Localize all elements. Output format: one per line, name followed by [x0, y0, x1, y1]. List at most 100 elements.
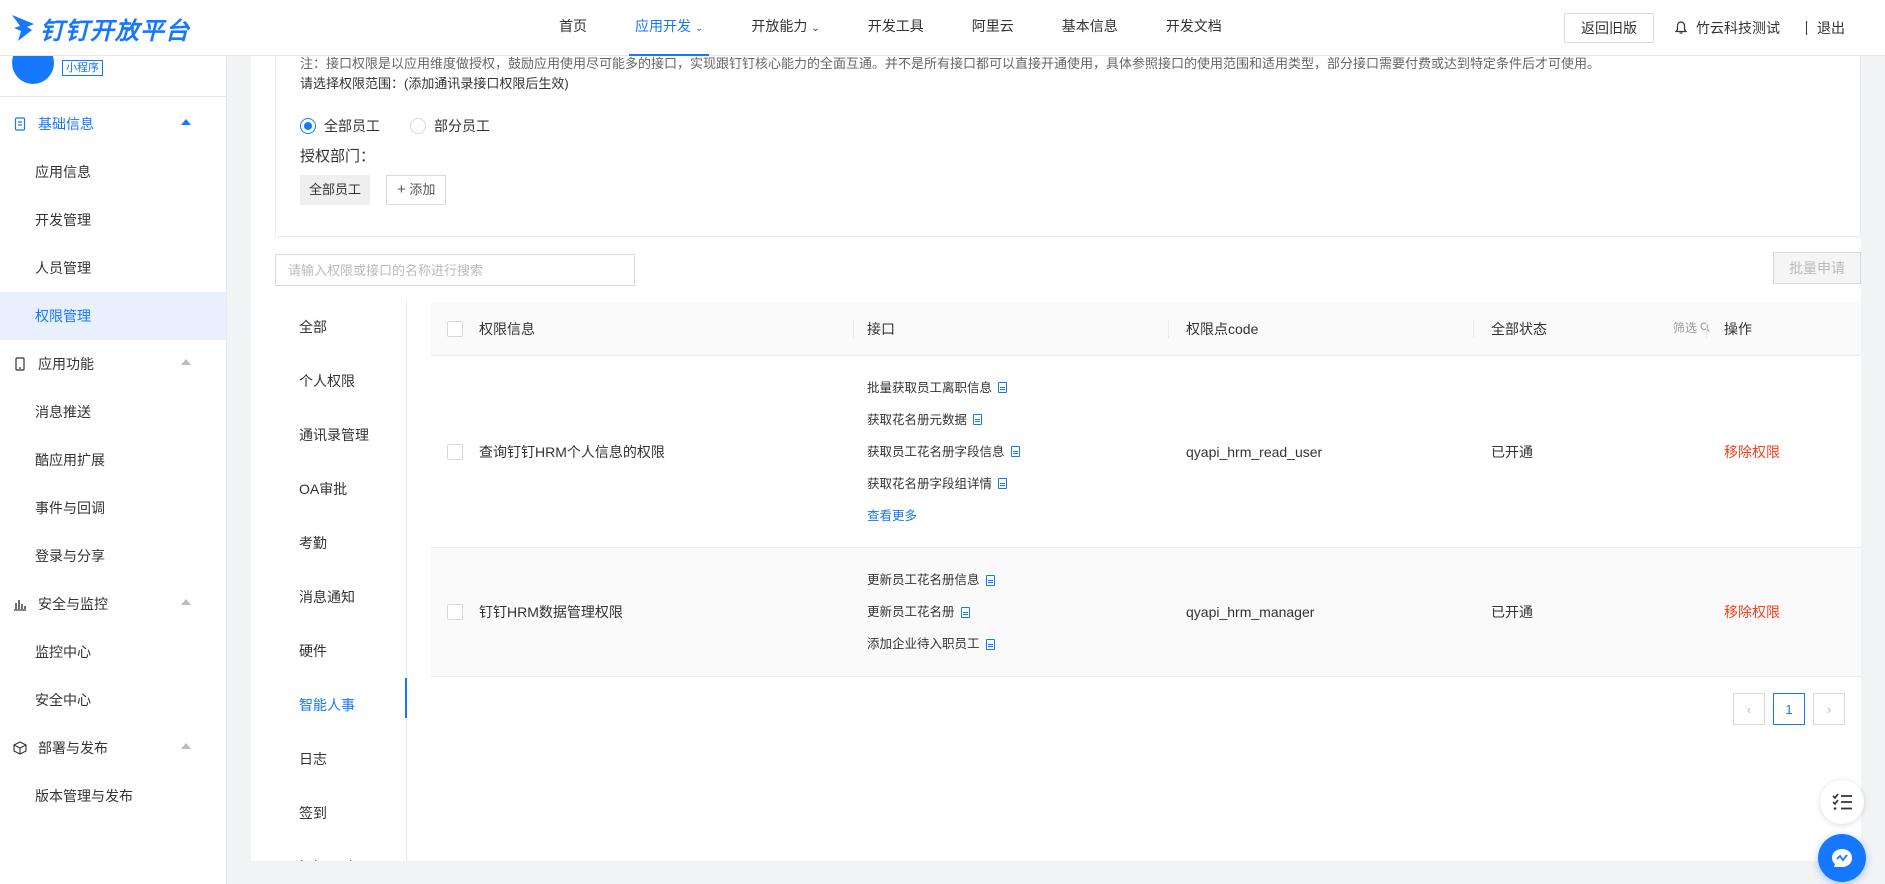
- sidebar-group-app-features[interactable]: 应用功能: [0, 340, 226, 388]
- view-more-link[interactable]: 查看更多: [867, 500, 1186, 532]
- divider: [1806, 21, 1807, 35]
- status-text: 已开通: [1491, 443, 1533, 460]
- bell-icon: [1674, 21, 1688, 34]
- authorized-dept-label: 授权部门：: [300, 148, 376, 165]
- chevron-right-icon: ›: [1826, 701, 1832, 717]
- radio-partial-employees[interactable]: 部分员工: [410, 116, 490, 136]
- select-all-checkbox[interactable]: [447, 320, 463, 337]
- sidebar-item-monitor-center[interactable]: 监控中心: [0, 628, 226, 676]
- doc-link-icon[interactable]: [998, 478, 1008, 489]
- permission-name: 查询钉钉HRM个人信息的权限: [479, 443, 665, 460]
- category-checkin[interactable]: 签到: [251, 786, 406, 840]
- nav-dev-tools[interactable]: 开发工具: [844, 0, 948, 56]
- api-item[interactable]: 获取员工花名册字段信息: [867, 436, 1186, 468]
- permission-category-list: 全部 个人权限 通讯录管理 OA审批 考勤 消息通知 硬件 智能人事 日志 签到…: [251, 300, 407, 861]
- row-checkbox[interactable]: [447, 604, 463, 620]
- category-oa-approval[interactable]: OA审批: [251, 462, 406, 516]
- sidebar: 小程序 基础信息 应用信息 开发管理 人员管理 权限管理 应用功能 消息推送 酷…: [0, 56, 227, 884]
- cube-icon: [12, 740, 28, 756]
- radio-all-employees[interactable]: 全部员工: [300, 116, 380, 136]
- top-right: 返回旧版 竹云科技测试 退出: [1564, 0, 1885, 56]
- batch-apply-button[interactable]: 批量申请: [1773, 252, 1861, 284]
- doc-icon: [12, 116, 28, 132]
- header-code: 权限点code: [1186, 320, 1259, 337]
- prev-page-button[interactable]: ‹: [1733, 693, 1765, 725]
- api-item[interactable]: 添加企业待入职员工: [867, 628, 1186, 660]
- sidebar-item-version-release[interactable]: 版本管理与发布: [0, 772, 226, 820]
- chevron-down-icon: ⌄: [811, 23, 820, 34]
- header-status[interactable]: 全部状态 筛选: [1491, 319, 1724, 339]
- category-hardware[interactable]: 硬件: [251, 624, 406, 678]
- caret-up-icon: [181, 359, 191, 365]
- sidebar-item-permission-manage[interactable]: 权限管理: [0, 292, 226, 340]
- nav-home[interactable]: 首页: [535, 0, 611, 56]
- api-item[interactable]: 更新员工花名册信息: [867, 564, 1186, 596]
- dept-tag: 全部员工: [300, 175, 371, 205]
- remove-permission-link[interactable]: 移除权限: [1724, 444, 1780, 460]
- plus-icon: +: [397, 181, 406, 198]
- divider: [1706, 320, 1707, 338]
- top-bar: 钉钉开放平台 首页 应用开发 ⌄ 开放能力 ⌄ 开发工具 阿里云 基本信息 开发文档…: [0, 0, 1885, 56]
- sidebar-item-people-manage[interactable]: 人员管理: [0, 244, 226, 292]
- org-switcher[interactable]: 竹云科技测试: [1674, 18, 1792, 38]
- category-contacts[interactable]: 通讯录管理: [251, 408, 406, 462]
- sidebar-item-events-callback[interactable]: 事件与回调: [0, 484, 226, 532]
- sidebar-item-login-share[interactable]: 登录与分享: [0, 532, 226, 580]
- category-notification[interactable]: 消息通知: [251, 570, 406, 624]
- api-item[interactable]: 获取花名册元数据: [867, 404, 1186, 436]
- return-old-version-button[interactable]: 返回旧版: [1564, 13, 1654, 43]
- remove-permission-link[interactable]: 移除权限: [1724, 604, 1780, 620]
- checklist-float-button[interactable]: [1820, 780, 1864, 824]
- category-personal[interactable]: 个人权限: [251, 354, 406, 408]
- logout-link[interactable]: 退出: [1817, 18, 1845, 38]
- sidebar-item-dev-manage[interactable]: 开发管理: [0, 196, 226, 244]
- doc-link-icon[interactable]: [998, 382, 1008, 393]
- table-row: 查询钉钉HRM个人信息的权限 批量获取员工离职信息 获取花名册元数据 获取员工花…: [431, 356, 1861, 548]
- logo[interactable]: 钉钉开放平台: [10, 10, 190, 46]
- doc-link-icon[interactable]: [985, 638, 995, 650]
- dingtalk-logo-icon: [12, 15, 34, 41]
- status-text: 已开通: [1491, 604, 1533, 620]
- filter-button[interactable]: 筛选: [1673, 319, 1710, 336]
- permission-search-input[interactable]: [275, 254, 635, 286]
- doc-link-icon[interactable]: [985, 574, 995, 586]
- doc-link-icon[interactable]: [1010, 446, 1020, 457]
- app-avatar: [12, 56, 54, 84]
- next-page-button[interactable]: ›: [1813, 693, 1845, 725]
- api-item[interactable]: 更新员工花名册: [867, 596, 1186, 628]
- sidebar-item-app-info[interactable]: 应用信息: [0, 148, 226, 196]
- sidebar-item-cool-app[interactable]: 酷应用扩展: [0, 436, 226, 484]
- phone-icon: [12, 356, 28, 372]
- category-all[interactable]: 全部: [251, 300, 406, 354]
- page-number[interactable]: 1: [1773, 693, 1805, 725]
- sidebar-item-security-center[interactable]: 安全中心: [0, 676, 226, 724]
- checklist-icon: [1832, 793, 1852, 810]
- category-attendance[interactable]: 考勤: [251, 516, 406, 570]
- assistant-float-button[interactable]: [1818, 834, 1866, 882]
- nav-aliyun[interactable]: 阿里云: [948, 0, 1038, 56]
- doc-link-icon[interactable]: [960, 606, 970, 618]
- nav-app-dev[interactable]: 应用开发 ⌄: [611, 0, 727, 56]
- header-api: 接口: [867, 320, 895, 337]
- permission-note: 注：接口权限是以应用维度做授权，鼓励应用使用尽可能多的接口，实现跟钉钉核心能力的…: [300, 56, 1601, 71]
- api-item[interactable]: 批量获取员工离职信息: [867, 372, 1186, 404]
- nav-dev-docs[interactable]: 开发文档: [1142, 0, 1246, 56]
- doc-link-icon[interactable]: [973, 414, 983, 425]
- search-icon: [1700, 322, 1710, 332]
- nav-basic-info[interactable]: 基本信息: [1038, 0, 1142, 56]
- add-dept-button[interactable]: + 添加: [386, 175, 447, 205]
- nav-open-capability[interactable]: 开放能力 ⌄: [727, 0, 843, 56]
- permission-code: qyapi_hrm_manager: [1186, 604, 1315, 620]
- header-op: 操作: [1724, 320, 1752, 337]
- permission-scope-card: 注：接口权限是以应用维度做授权，鼓励应用使用尽可能多的接口，实现跟钉钉核心能力的…: [275, 56, 1861, 237]
- category-smart-hr[interactable]: 智能人事: [251, 678, 407, 732]
- row-checkbox[interactable]: [447, 443, 463, 460]
- category-log[interactable]: 日志: [251, 732, 406, 786]
- category-sport[interactable]: 钉钉运动: [251, 840, 406, 861]
- sidebar-item-message-push[interactable]: 消息推送: [0, 388, 226, 436]
- api-item[interactable]: 获取花名册字段组详情: [867, 468, 1186, 500]
- sidebar-group-security[interactable]: 安全与监控: [0, 580, 226, 628]
- sidebar-group-deploy[interactable]: 部署与发布: [0, 724, 226, 772]
- app-type-tag: 小程序: [62, 60, 103, 76]
- sidebar-group-basic-info[interactable]: 基础信息: [0, 100, 226, 148]
